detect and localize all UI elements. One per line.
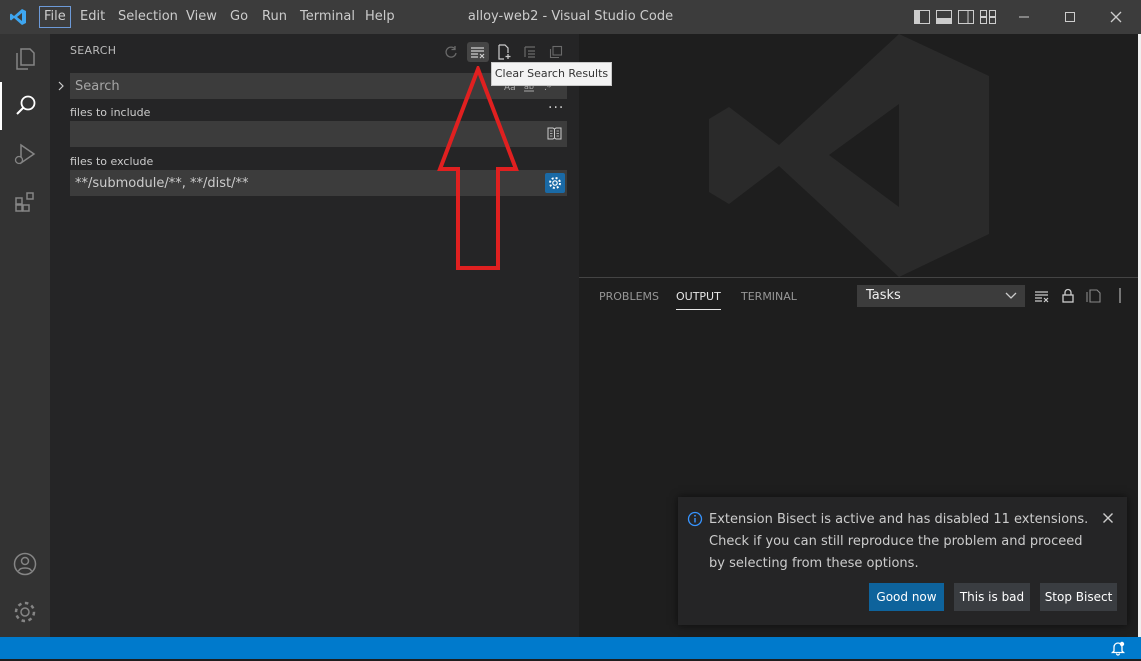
good-now-button[interactable]: Good now [869,583,944,611]
notification-message: Extension Bisect is active and has disab… [709,512,1089,571]
menu-run[interactable]: Run [258,8,291,26]
use-exclude-settings-button[interactable] [545,173,565,193]
customize-layout-icon[interactable] [980,10,996,24]
chevron-right-icon[interactable] [56,80,66,92]
menu-selection[interactable]: Selection [114,8,182,26]
output-channel-value: Tasks [866,288,901,303]
run-debug-button[interactable] [0,130,50,178]
menu-go[interactable]: Go [226,8,252,26]
title-bar: File Edit Selection View Go Run Terminal… [0,0,1141,34]
refresh-icon [445,46,457,58]
vscode-logo-icon [10,9,26,25]
refresh-button[interactable] [440,42,462,62]
open-in-editor-icon[interactable] [1086,288,1102,303]
info-icon [687,511,703,527]
menu-view[interactable]: View [182,8,221,26]
editor-area [579,34,1141,277]
close-icon[interactable] [1102,512,1114,524]
more-actions-icon[interactable] [1111,288,1121,303]
lock-icon[interactable] [1061,288,1075,303]
minimize-button[interactable] [1001,0,1047,34]
search-view-button[interactable] [0,82,50,130]
notifications-bell-icon[interactable] [1110,640,1126,656]
clear-all-icon [471,47,485,59]
stop-bisect-button[interactable]: Stop Bisect [1040,583,1117,611]
close-window-button[interactable] [1093,0,1139,34]
chevron-down-icon [1005,292,1017,299]
book-icon[interactable] [547,127,562,140]
search-icon [16,95,36,115]
output-channel-select[interactable]: Tasks [857,285,1025,307]
toggle-panel-icon[interactable] [936,10,952,24]
account-icon [13,552,37,576]
red-arrow-annotation [437,66,519,270]
this-is-bad-button[interactable]: This is bad [954,583,1030,611]
toggle-secondary-sidebar-icon[interactable] [958,10,974,24]
menu-help[interactable]: Help [361,8,399,26]
clear-output-icon[interactable] [1034,289,1050,303]
tab-output[interactable]: OUTPUT [676,290,721,310]
maximize-icon [1065,12,1075,22]
tab-problems[interactable]: PROBLEMS [599,290,659,309]
toggle-search-details-icon[interactable]: ··· [548,100,564,116]
menu-file[interactable]: File [39,6,71,28]
notification-toast: Extension Bisect is active and has disab… [678,497,1127,625]
menu-terminal[interactable]: Terminal [296,8,359,26]
activity-bar [0,34,50,637]
maximize-button[interactable] [1047,0,1093,34]
files-icon [16,48,35,70]
vscode-watermark-icon [709,34,989,277]
extensions-icon [15,192,34,212]
gear-icon [14,601,36,623]
run-debug-icon [14,143,36,165]
toggle-sidebar-icon[interactable] [914,10,930,24]
new-file-icon [498,44,511,60]
collapse-all-button[interactable] [545,42,567,62]
menu-edit[interactable]: Edit [76,8,109,26]
minimize-icon [1019,16,1029,18]
view-as-tree-button[interactable] [519,42,541,62]
include-label: files to include [70,106,151,119]
tab-terminal[interactable]: TERMINAL [741,290,797,309]
gear-icon [549,177,561,189]
extensions-button[interactable] [0,178,50,226]
status-bar [0,637,1141,659]
collapse-all-icon [549,45,563,59]
explorer-button[interactable] [0,34,50,82]
manage-button[interactable] [0,588,50,636]
accounts-button[interactable] [0,540,50,588]
new-search-editor-button[interactable] [493,42,515,62]
clear-search-results-button[interactable] [467,42,489,62]
exclude-label: files to exclude [70,155,154,168]
tree-view-icon [524,46,535,58]
sidebar-title: SEARCH [70,44,117,57]
close-icon [1110,11,1122,23]
